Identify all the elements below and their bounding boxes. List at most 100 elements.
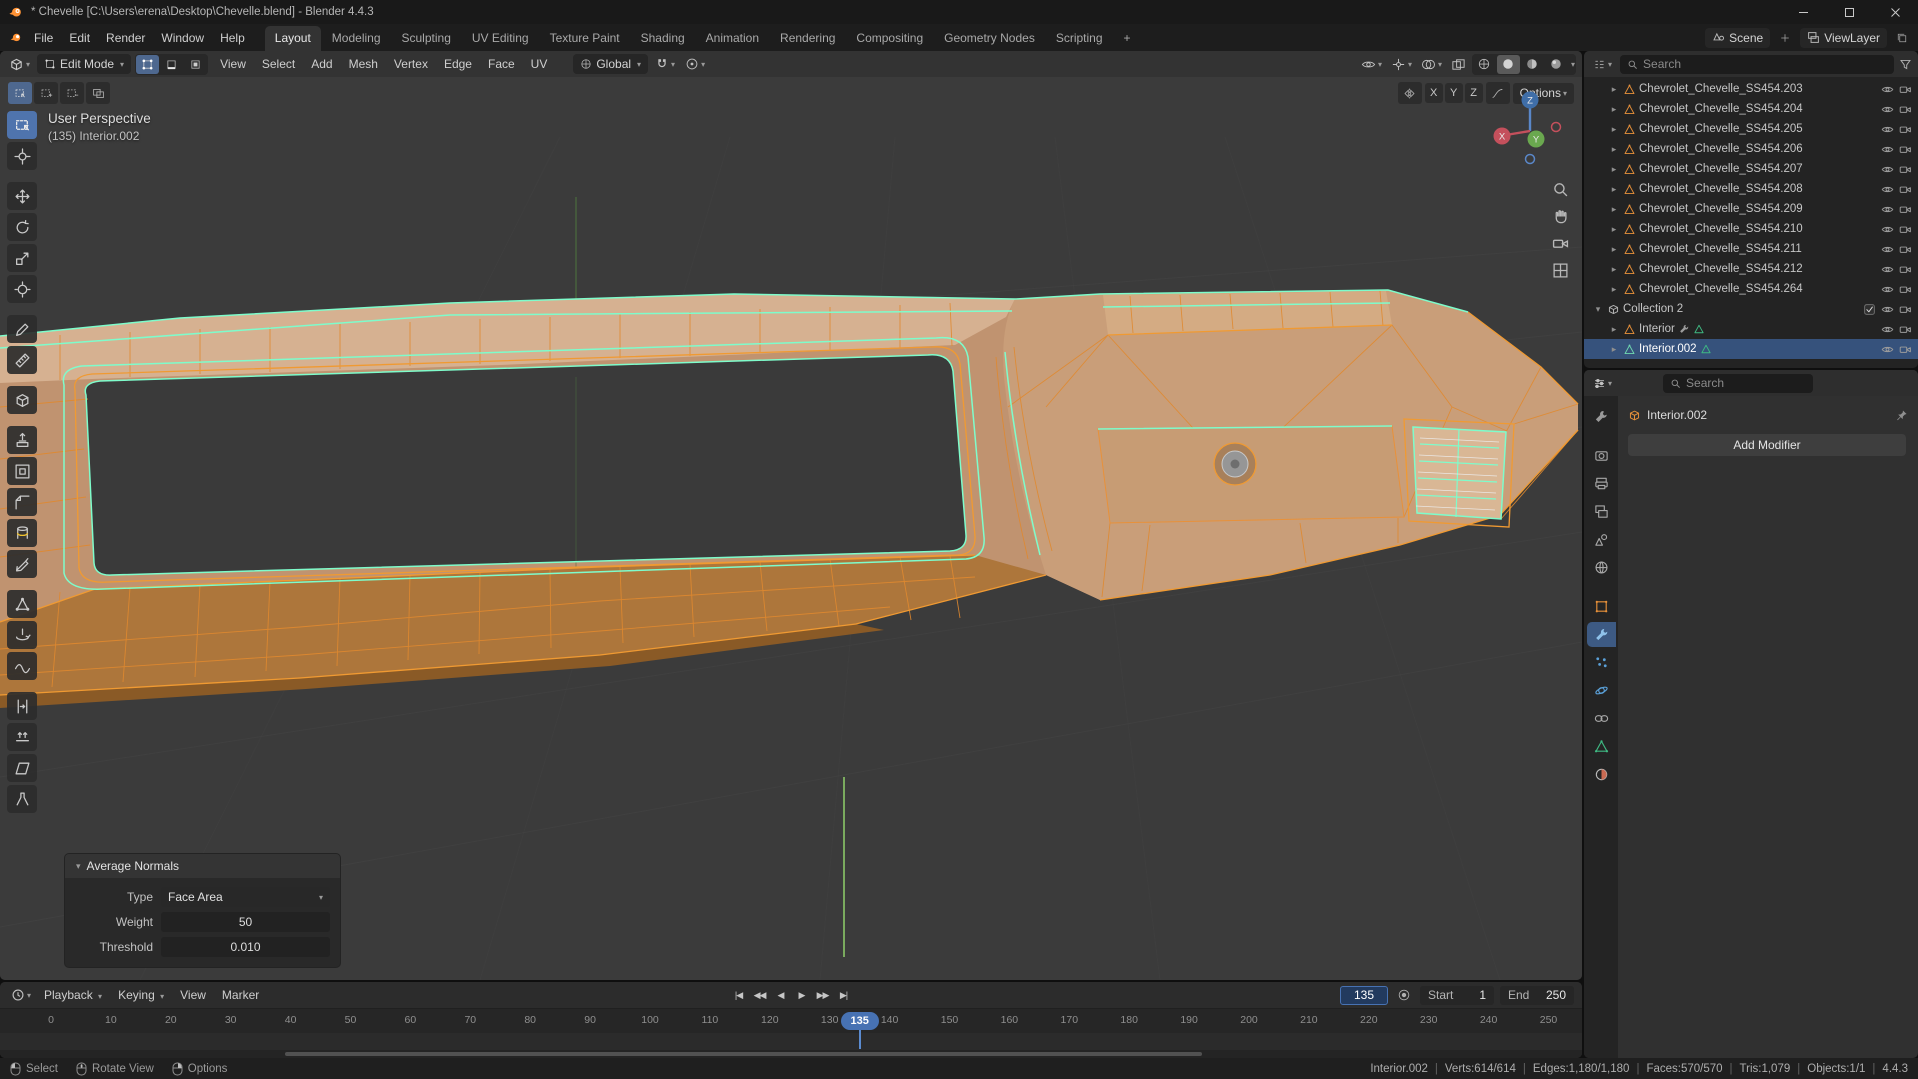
workspace-tab-compositing[interactable]: Compositing	[846, 26, 933, 51]
outliner-item-chevrolet-chevelle-ss454-205[interactable]: ▸ Chevrolet_Chevelle_SS454.205	[1584, 119, 1918, 139]
render-camera-icon[interactable]	[1899, 203, 1912, 216]
viewport-menu-vertex[interactable]: Vertex	[386, 55, 436, 73]
timeline-track[interactable]	[0, 1033, 1582, 1050]
expand-icon[interactable]: ▸	[1608, 84, 1620, 95]
viewport[interactable]: XYZ Options ▾ User Perspective (135) Inte…	[0, 77, 1582, 980]
outliner-item-chevrolet-chevelle-ss454-209[interactable]: ▸ Chevrolet_Chevelle_SS454.209	[1584, 199, 1918, 219]
outliner-item-chevrolet-chevelle-ss454-204[interactable]: ▸ Chevrolet_Chevelle_SS454.204	[1584, 99, 1918, 119]
transform-orientation-selector[interactable]: Global ▾	[573, 54, 649, 74]
expand-icon[interactable]: ▸	[1608, 324, 1620, 335]
tool-scale[interactable]	[7, 244, 37, 272]
menu-file[interactable]: File	[26, 29, 61, 47]
hide-eye-icon[interactable]	[1881, 323, 1894, 336]
playback-jump-to-next-keyframe[interactable]: ▶▶	[813, 985, 832, 1005]
expand-icon[interactable]: ▾	[1592, 304, 1604, 315]
playback-jump-to-prev-keyframe[interactable]: ◀◀	[750, 985, 769, 1005]
show-overlays-button[interactable]: ▾	[1418, 54, 1445, 74]
render-camera-icon[interactable]	[1899, 343, 1912, 356]
hide-eye-icon[interactable]	[1881, 283, 1894, 296]
view-layer-selector[interactable]: ViewLayer	[1800, 27, 1887, 48]
outliner-item-chevrolet-chevelle-ss454-210[interactable]: ▸ Chevrolet_Chevelle_SS454.210	[1584, 219, 1918, 239]
workspace-tab-uv-editing[interactable]: UV Editing	[462, 26, 539, 51]
maximize-button[interactable]	[1826, 0, 1872, 24]
tool-spin[interactable]	[7, 621, 37, 649]
expand-icon[interactable]: ▸	[1608, 164, 1620, 175]
menu-help[interactable]: Help	[212, 29, 253, 47]
expand-icon[interactable]: ▸	[1608, 244, 1620, 255]
viewport-menu-edge[interactable]: Edge	[436, 55, 480, 73]
tool-poly-build[interactable]	[7, 590, 37, 618]
tool-smooth[interactable]	[7, 652, 37, 680]
expand-icon[interactable]: ▸	[1608, 104, 1620, 115]
render-camera-icon[interactable]	[1899, 183, 1912, 196]
tool-edge-slide[interactable]	[7, 692, 37, 720]
properties-tab-data[interactable]	[1587, 734, 1616, 759]
timeline-scrollbar[interactable]	[0, 1050, 1582, 1058]
hide-eye-icon[interactable]	[1881, 343, 1894, 356]
viewport-menu-view[interactable]: View	[212, 55, 254, 73]
material-shading-button[interactable]	[1521, 55, 1544, 74]
checkbox-icon[interactable]	[1863, 303, 1876, 316]
tool-shear[interactable]	[7, 754, 37, 782]
outliner-item-chevrolet-chevelle-ss454-212[interactable]: ▸ Chevrolet_Chevelle_SS454.212	[1584, 259, 1918, 279]
workspace-add-button[interactable]: +	[1114, 26, 1141, 51]
tool-bevel[interactable]	[7, 488, 37, 516]
workspace-tab-geometry-nodes[interactable]: Geometry Nodes	[934, 26, 1045, 51]
tool-knife[interactable]	[7, 550, 37, 578]
properties-tab-tool[interactable]	[1587, 404, 1616, 429]
filter-icon[interactable]	[1899, 58, 1912, 71]
mirror-axis-x[interactable]: X	[1424, 83, 1443, 103]
render-camera-icon[interactable]	[1899, 283, 1912, 296]
outliner-item-interior-002[interactable]: ▸ Interior.002	[1584, 339, 1918, 359]
rendered-shading-button[interactable]	[1545, 55, 1568, 74]
navigation-gizmo[interactable]: Z X Y	[1486, 87, 1574, 175]
expand-icon[interactable]: ▸	[1608, 224, 1620, 235]
render-camera-icon[interactable]	[1899, 103, 1912, 116]
hide-eye-icon[interactable]	[1881, 143, 1894, 156]
render-camera-icon[interactable]	[1899, 303, 1912, 316]
workspace-tab-animation[interactable]: Animation	[696, 26, 769, 51]
workspace-tab-modeling[interactable]: Modeling	[322, 26, 391, 51]
zoom-icon[interactable]	[1552, 181, 1569, 198]
outliner-search-input[interactable]: Search	[1620, 54, 1894, 74]
workspace-tab-shading[interactable]: Shading	[631, 26, 695, 51]
hide-eye-icon[interactable]	[1881, 123, 1894, 136]
timeline-menu-keying[interactable]: Keying ▾	[110, 986, 172, 1004]
mirror-icon[interactable]	[1397, 82, 1422, 104]
expand-icon[interactable]: ▸	[1608, 144, 1620, 155]
threshold-field[interactable]: 0.010	[161, 937, 330, 957]
timeline-menu-playback[interactable]: Playback ▾	[36, 986, 110, 1004]
tool-inset-faces[interactable]	[7, 457, 37, 485]
hide-eye-icon[interactable]	[1881, 83, 1894, 96]
face-select-button[interactable]	[184, 55, 207, 74]
render-camera-icon[interactable]	[1899, 123, 1912, 136]
tool-cursor[interactable]	[7, 142, 37, 170]
properties-tab-world[interactable]	[1587, 555, 1616, 580]
outliner-item-chevrolet-chevelle-ss454-207[interactable]: ▸ Chevrolet_Chevelle_SS454.207	[1584, 159, 1918, 179]
hide-eye-icon[interactable]	[1881, 203, 1894, 216]
timeline-ruler[interactable]: 135 0 10 20 30 40 50 60 70 80 90 100 110 120 130 140 15…	[0, 1008, 1582, 1033]
viewport-menu-mesh[interactable]: Mesh	[341, 55, 386, 73]
outliner-item-chevrolet-chevelle-ss454-264[interactable]: ▸ Chevrolet_Chevelle_SS454.264	[1584, 279, 1918, 299]
render-camera-icon[interactable]	[1899, 83, 1912, 96]
outliner-item-chevrolet-chevelle-ss454-206[interactable]: ▸ Chevrolet_Chevelle_SS454.206	[1584, 139, 1918, 159]
timeline-scroll-thumb[interactable]	[284, 1052, 1203, 1056]
hide-eye-icon[interactable]	[1881, 263, 1894, 276]
outliner-item-chevrolet-chevelle-ss454-203[interactable]: ▸ Chevrolet_Chevelle_SS454.203	[1584, 79, 1918, 99]
hide-eye-icon[interactable]	[1881, 103, 1894, 116]
copy-view-layer-button[interactable]	[1892, 28, 1912, 48]
properties-tab-modifiers[interactable]	[1586, 622, 1616, 647]
type-dropdown[interactable]: Face Area ▾	[161, 887, 330, 907]
render-camera-icon[interactable]	[1899, 243, 1912, 256]
operator-panel-header[interactable]: ▾ Average Normals	[65, 854, 340, 878]
editor-type-button[interactable]: ▾	[6, 54, 33, 74]
pan-hand-icon[interactable]	[1552, 208, 1569, 225]
playback-jump-to-start[interactable]: |◀	[729, 985, 748, 1005]
expand-icon[interactable]: ▸	[1608, 344, 1620, 355]
mirror-axis-y[interactable]: Y	[1444, 83, 1463, 103]
select-subtract-mode-button[interactable]	[60, 82, 84, 104]
tool-rip-region[interactable]	[7, 785, 37, 813]
vertex-select-button[interactable]	[136, 54, 160, 74]
viewport-menu-face[interactable]: Face	[480, 55, 523, 73]
expand-icon[interactable]: ▸	[1608, 204, 1620, 215]
